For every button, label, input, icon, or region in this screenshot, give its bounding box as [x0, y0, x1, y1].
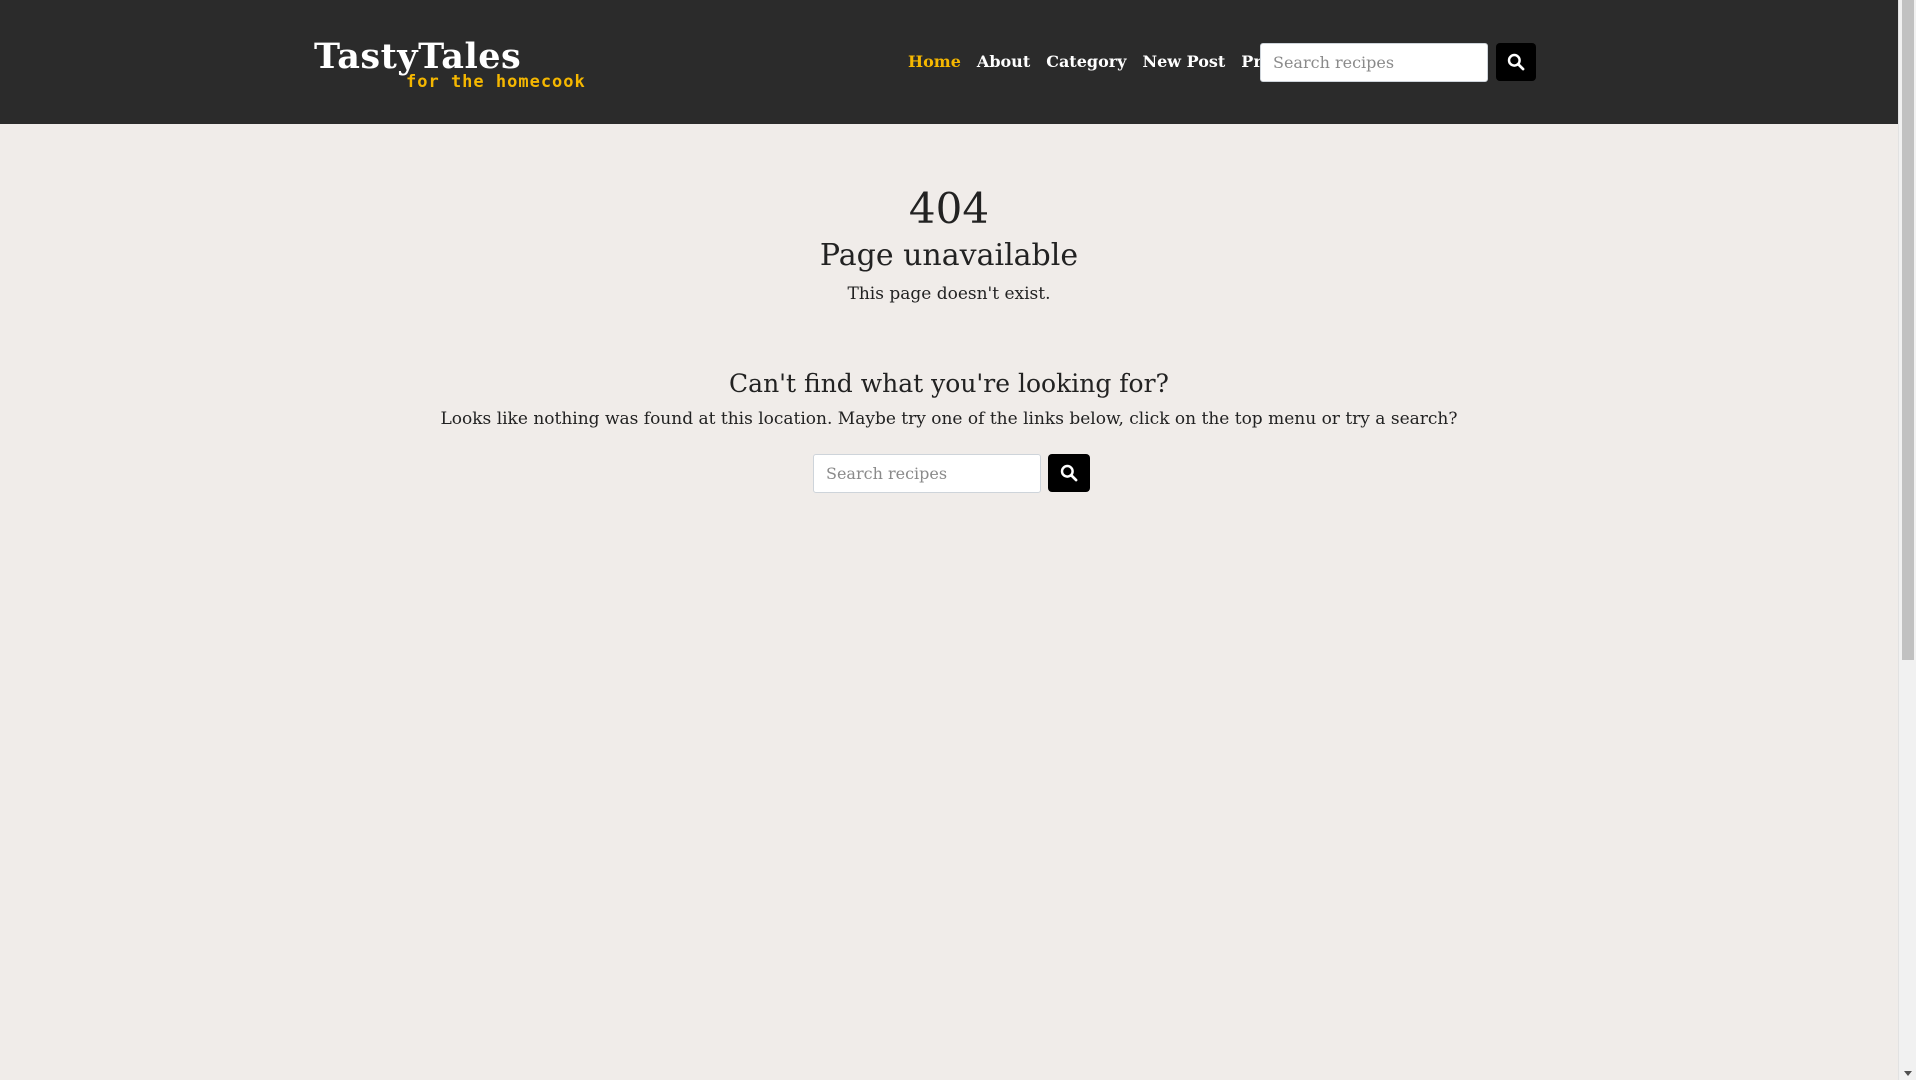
content-search-input[interactable]: [813, 454, 1041, 493]
search-icon: [1060, 464, 1078, 482]
not-found-heading: Can't find what you're looking for?: [729, 369, 1169, 398]
nav-item-new-post[interactable]: New Post: [1134, 50, 1233, 74]
error-message: This page doesn't exist.: [847, 284, 1051, 304]
nav-item-home[interactable]: Home: [900, 50, 969, 74]
error-title: Page unavailable: [819, 238, 1079, 273]
nav-item-category[interactable]: Category: [1038, 50, 1134, 74]
header-search-button[interactable]: [1496, 43, 1536, 81]
page-scrollbar[interactable]: [1898, 0, 1916, 1080]
top-navbar: TastyTales for the homecook Home About C…: [0, 0, 1898, 124]
scrollbar-thumb[interactable]: [1902, 0, 1914, 660]
error-code: 404: [908, 184, 990, 233]
content-search-button[interactable]: [1048, 454, 1090, 492]
brand-logo[interactable]: TastyTales for the homecook: [314, 36, 585, 92]
brand-tagline: for the homecook: [406, 72, 586, 92]
search-icon: [1507, 53, 1525, 71]
header-search-input[interactable]: [1260, 43, 1488, 82]
scroll-down-arrow-icon[interactable]: [1904, 1071, 1912, 1076]
not-found-text: Looks like nothing was found at this loc…: [440, 409, 1458, 429]
main-menu: Home About Category New Post Profile: [900, 50, 1320, 74]
nav-item-about[interactable]: About: [969, 50, 1038, 74]
